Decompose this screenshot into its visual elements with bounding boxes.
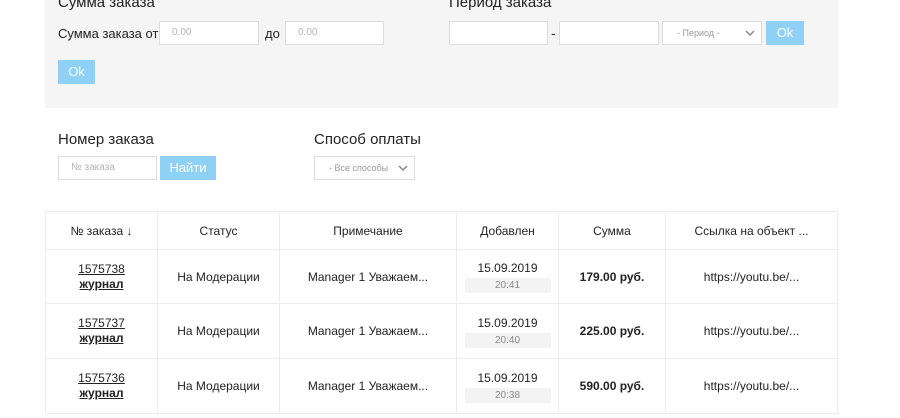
order-time: 20:40: [464, 332, 551, 348]
column-header-note: Примечание: [279, 212, 456, 249]
order-date: 15.09.2019: [477, 261, 538, 275]
order-sum-to-input[interactable]: 0.00: [285, 21, 384, 45]
period-separator: -: [551, 25, 556, 41]
period-from-input[interactable]: [449, 21, 548, 45]
order-status: На Модерации: [177, 324, 260, 338]
order-note: Manager 1 Уважаем...: [307, 269, 429, 284]
table-header-row: № заказа ↓ Статус Примечание Добавлен Су…: [45, 211, 838, 250]
order-sum-title: Сумма заказа: [58, 0, 155, 11]
period-select-value: - Период -: [677, 28, 720, 38]
period-to-input[interactable]: [559, 21, 659, 45]
order-sum-ok-button[interactable]: Ok: [58, 60, 95, 84]
order-id-link[interactable]: 1575736: [78, 371, 125, 386]
object-link[interactable]: https://youtu.be/...: [704, 324, 799, 338]
note-cell: Manager 1 Уважаем...: [279, 359, 456, 413]
link-cell: https://youtu.be/...: [665, 304, 838, 358]
added-cell: 15.09.2019 20:38: [456, 359, 558, 413]
object-link[interactable]: https://youtu.be/...: [704, 379, 799, 393]
order-number-title: Номер заказа: [58, 131, 154, 148]
order-sum-from-label: Сумма заказа от: [58, 26, 159, 41]
chevron-down-icon: [745, 30, 755, 37]
table-row: 1575736 журнал На Модерации Manager 1 Ув…: [45, 359, 838, 414]
sum-cell: 179.00 руб.: [558, 250, 665, 303]
order-sum: 179.00 руб.: [579, 269, 645, 284]
order-status: На Модерации: [177, 269, 260, 284]
column-header-link: Ссылка на объект ...: [665, 212, 838, 249]
column-header-status: Статус: [157, 212, 279, 249]
payment-method-select-value: - Все способы: [329, 163, 389, 173]
order-number-cell: 1575737 журнал: [45, 304, 157, 358]
order-period-ok-button[interactable]: Ok: [766, 21, 804, 45]
note-cell: Manager 1 Уважаем...: [279, 304, 456, 358]
order-status: На Модерации: [177, 379, 260, 393]
link-cell: https://youtu.be/...: [665, 359, 838, 413]
order-id-link[interactable]: 1575737: [78, 316, 125, 331]
order-sum: 225.00 руб.: [579, 324, 645, 338]
order-id-link[interactable]: 1575738: [78, 262, 125, 277]
object-link[interactable]: https://youtu.be/...: [704, 270, 799, 284]
column-header-order-number[interactable]: № заказа ↓: [45, 212, 157, 249]
order-number-input[interactable]: № заказа: [58, 156, 157, 180]
order-date: 15.09.2019: [477, 315, 538, 330]
link-cell: https://youtu.be/...: [665, 250, 838, 303]
column-header-sum: Сумма: [558, 212, 665, 249]
column-header-added: Добавлен: [456, 212, 558, 249]
note-cell: Manager 1 Уважаем...: [279, 250, 456, 303]
order-note: Manager 1 Уважаем...: [307, 379, 429, 393]
sum-cell: 590.00 руб.: [558, 359, 665, 413]
order-time: 20:38: [464, 387, 551, 403]
order-type-link[interactable]: журнал: [80, 277, 124, 292]
order-sum-to-label: до: [265, 26, 280, 41]
sum-cell: 225.00 руб.: [558, 304, 665, 358]
status-cell: На Модерации: [157, 250, 279, 303]
order-period-title: Период заказа: [449, 0, 552, 11]
payment-method-select[interactable]: - Все способы: [314, 156, 415, 180]
order-number-cell: 1575736 журнал: [45, 359, 157, 413]
order-type-link[interactable]: журнал: [80, 331, 124, 346]
filter-panel: [45, 0, 838, 108]
table-row: 1575737 журнал На Модерации Manager 1 Ув…: [45, 304, 838, 359]
order-sum-from-input[interactable]: 0.00: [159, 21, 259, 45]
order-sum: 590.00 руб.: [579, 379, 645, 393]
added-cell: 15.09.2019 20:40: [456, 304, 558, 358]
order-time: 20:41: [464, 278, 551, 293]
table-row: 1575738 журнал На Модерации Manager 1 Ув…: [45, 250, 838, 304]
chevron-down-icon: [398, 165, 408, 172]
order-number-cell: 1575738 журнал: [45, 250, 157, 303]
status-cell: На Модерации: [157, 359, 279, 413]
status-cell: На Модерации: [157, 304, 279, 358]
order-date: 15.09.2019: [477, 370, 538, 385]
order-type-link[interactable]: журнал: [80, 386, 124, 401]
period-select[interactable]: - Период -: [662, 21, 762, 45]
find-button[interactable]: Найти: [160, 156, 216, 180]
order-note: Manager 1 Уважаем...: [307, 324, 429, 338]
added-cell: 15.09.2019 20:41: [456, 250, 558, 303]
payment-method-title: Способ оплаты: [314, 131, 421, 148]
